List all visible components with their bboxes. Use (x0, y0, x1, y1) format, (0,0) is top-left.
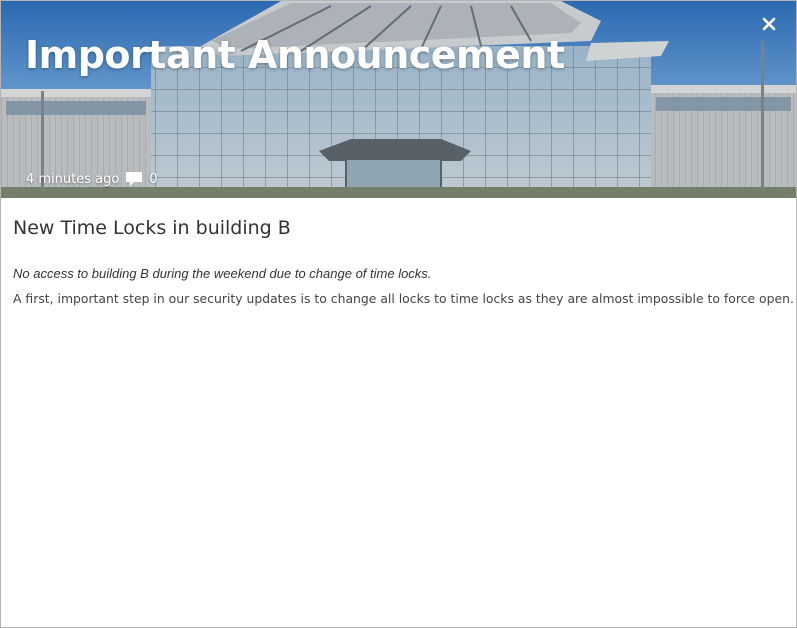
article-title: New Time Locks in building B (13, 217, 291, 239)
article-lead: No access to building B during the weeke… (13, 266, 432, 281)
comment-count[interactable]: 0 (149, 172, 157, 187)
close-icon[interactable] (758, 13, 780, 35)
article-meta: 4 minutes ago 0 (26, 171, 158, 187)
close-button[interactable] (758, 13, 780, 35)
article-content: New Time Locks in building B No access t… (1, 198, 796, 308)
announcement-dialog: Important Announcement 4 minutes ago 0 N… (0, 0, 797, 628)
comment-icon[interactable] (125, 171, 143, 187)
dialog-title: Important Announcement (25, 33, 565, 77)
hero-banner: Important Announcement 4 minutes ago 0 (1, 1, 796, 198)
article-body: A first, important step in our security … (13, 291, 794, 306)
time-ago: 4 minutes ago (26, 171, 120, 187)
